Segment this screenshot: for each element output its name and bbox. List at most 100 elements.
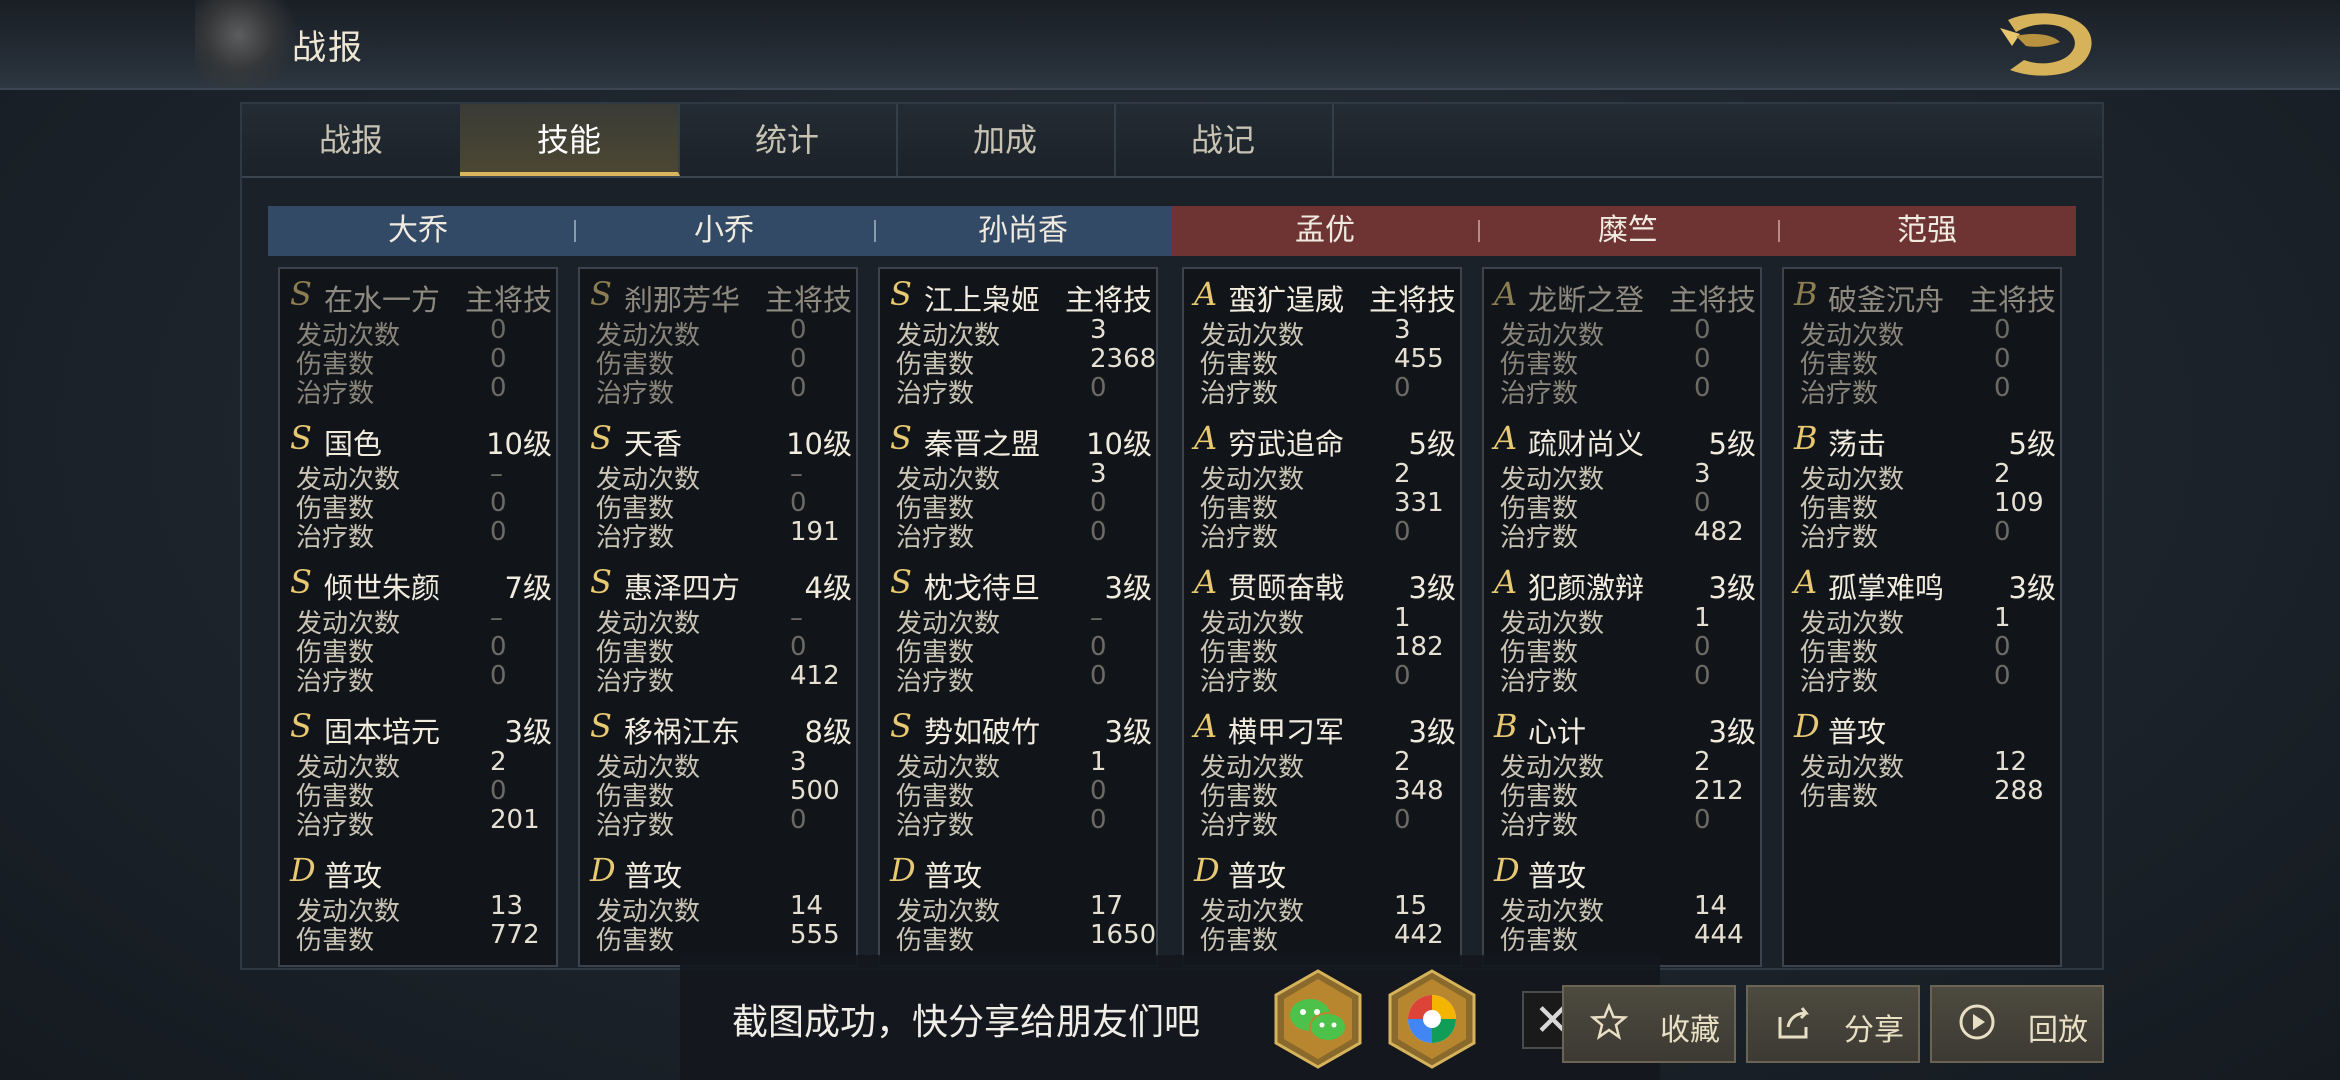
stat-value: 1 <box>1394 603 1411 633</box>
stat-label: 治疗数 <box>596 811 675 841</box>
skill-name: 横甲刁军 <box>1228 715 1345 749</box>
skill-entry[interactable]: A 贯颐奋戟 3级 发动次数 1 伤害数 182 治疗数 0 <box>1194 563 1456 697</box>
stat-row-trigger: 发动次数 – <box>590 459 852 495</box>
skill-level: 主将技 <box>1064 283 1152 317</box>
stat-value: 0 <box>1394 517 1411 547</box>
tab-statistics[interactable]: 统计 <box>678 104 898 176</box>
stat-value: 0 <box>790 805 807 835</box>
tab-battle-report[interactable]: 战报 <box>242 104 462 176</box>
share-button[interactable]: 分享 <box>1746 985 1920 1063</box>
skill-entry[interactable]: B 心计 3级 发动次数 2 伤害数 212 治疗数 0 <box>1494 707 1756 841</box>
skill-grade: B <box>1794 419 1818 457</box>
skill-entry[interactable]: S 移祸江东 8级 发动次数 3 伤害数 500 治疗数 0 <box>590 707 852 841</box>
stat-value: 3 <box>1394 315 1411 345</box>
stat-row-damage: 伤害数 555 <box>590 920 852 956</box>
stat-value: – <box>790 459 803 489</box>
hero-name: 孙尚香 <box>978 213 1068 248</box>
skill-entry[interactable]: A 犯颜激辩 3级 发动次数 1 伤害数 0 治疗数 0 <box>1494 563 1756 697</box>
skill-entry[interactable]: D 普攻 发动次数 14 伤害数 555 <box>590 851 852 956</box>
skill-entry[interactable]: D 普攻 发动次数 14 伤害数 444 <box>1494 851 1756 956</box>
stat-row-damage: 伤害数 455 <box>1194 344 1456 380</box>
stat-value: 0 <box>1090 488 1107 518</box>
stat-value: 0 <box>1994 661 2011 691</box>
skill-entry[interactable]: S 枕戈待旦 3级 发动次数 – 伤害数 0 治疗数 0 <box>890 563 1152 697</box>
hero-name: 范强 <box>1897 213 1957 248</box>
skill-entry[interactable]: A 疏财尚义 5级 发动次数 3 伤害数 0 治疗数 482 <box>1494 419 1756 553</box>
skill-name: 普攻 <box>324 859 383 893</box>
stat-value: 0 <box>1090 776 1107 806</box>
stat-value: 0 <box>1994 315 2011 345</box>
skill-entry[interactable]: S 刹那芳华 主将技 发动次数 0 伤害数 0 治疗数 0 <box>590 275 852 409</box>
stat-row-damage: 伤害数 0 <box>290 344 552 380</box>
skill-entry[interactable]: S 江上枭姬 主将技 发动次数 3 伤害数 2368 治疗数 0 <box>890 275 1156 409</box>
skill-name: 倾世朱颜 <box>324 571 441 605</box>
skill-entry[interactable]: D 普攻 发动次数 12 伤害数 288 <box>1794 707 2056 812</box>
skill-entry[interactable]: A 孤掌难鸣 3级 发动次数 1 伤害数 0 治疗数 0 <box>1794 563 2056 697</box>
tab-battle-log[interactable]: 战记 <box>1114 104 1334 176</box>
skill-entry[interactable]: A 横甲刁军 3级 发动次数 2 伤害数 348 治疗数 0 <box>1194 707 1456 841</box>
stat-row-trigger: 发动次数 – <box>890 603 1152 639</box>
wechat-icon <box>1274 969 1362 1069</box>
skill-level: 10级 <box>786 427 852 461</box>
stat-row-trigger: 发动次数 1 <box>890 747 1152 783</box>
stat-row-heal: 治疗数 0 <box>290 517 552 553</box>
replay-button[interactable]: 回放 <box>1930 985 2104 1063</box>
skill-level: 5级 <box>1708 427 1756 461</box>
stat-label: 伤害数 <box>896 926 975 956</box>
skill-entry[interactable]: S 秦晋之盟 10级 发动次数 3 伤害数 0 治疗数 0 <box>890 419 1152 553</box>
stat-row-trigger: 发动次数 0 <box>1494 315 1756 351</box>
skill-entry[interactable]: S 在水一方 主将技 发动次数 0 伤害数 0 治疗数 0 <box>290 275 552 409</box>
skill-entry[interactable]: S 惠泽四方 4级 发动次数 – 伤害数 0 治疗数 412 <box>590 563 852 697</box>
stat-row-damage: 伤害数 0 <box>1794 632 2056 668</box>
photos-share-button[interactable] <box>1386 969 1478 1069</box>
skill-grade: B <box>1494 707 1518 745</box>
skill-name: 破釜沉舟 <box>1828 283 1945 317</box>
skill-entry[interactable]: S 国色 10级 发动次数 – 伤害数 0 治疗数 0 <box>290 419 552 553</box>
stat-value: 0 <box>1694 632 1711 662</box>
skill-entry[interactable]: A 穷武追命 5级 发动次数 2 伤害数 331 治疗数 0 <box>1194 419 1456 553</box>
skill-grade: A <box>1794 563 1818 601</box>
hero-skill-column: B 破釜沉舟 主将技 发动次数 0 伤害数 0 治疗数 0 B 荡击 5级 发动次数 2 伤害数 109 治疗数… <box>1782 267 2062 967</box>
stat-label: 治疗数 <box>1800 667 1879 697</box>
stat-label: 治疗数 <box>1500 523 1579 553</box>
skill-level: 主将技 <box>1368 283 1456 317</box>
wechat-share-button[interactable] <box>1272 969 1364 1069</box>
tab-bonus[interactable]: 加成 <box>896 104 1116 176</box>
skill-grade: S <box>290 419 312 457</box>
stat-value: 13 <box>490 891 524 921</box>
skill-entry[interactable]: A 蛮犷逞威 主将技 发动次数 3 伤害数 455 治疗数 0 <box>1194 275 1456 409</box>
skill-entry[interactable]: S 倾世朱颜 7级 发动次数 – 伤害数 0 治疗数 0 <box>290 563 552 697</box>
stat-label: 治疗数 <box>596 667 675 697</box>
skill-entry[interactable]: B 荡击 5级 发动次数 2 伤害数 109 治疗数 0 <box>1794 419 2056 553</box>
skill-grade: D <box>890 851 916 889</box>
skill-entry[interactable]: A 龙断之登 主将技 发动次数 0 伤害数 0 治疗数 0 <box>1494 275 1756 409</box>
skill-entry[interactable]: D 普攻 发动次数 17 伤害数 1650 <box>890 851 1156 956</box>
hero-skill-column: A 龙断之登 主将技 发动次数 0 伤害数 0 治疗数 0 A 疏财尚义 5级 发动次数 3 伤害数 0 治疗数… <box>1482 267 1762 967</box>
photos-icon <box>1388 969 1476 1069</box>
skill-name: 在水一方 <box>324 283 441 317</box>
skill-header: S 枕戈待旦 3级 <box>890 563 1152 605</box>
stat-row-trigger: 发动次数 2 <box>290 747 552 783</box>
stat-value: 0 <box>1090 661 1107 691</box>
emblem-icon <box>195 0 305 88</box>
stat-row-heal: 治疗数 0 <box>290 373 552 409</box>
skill-header: A 横甲刁军 3级 <box>1194 707 1456 749</box>
stat-row-damage: 伤害数 0 <box>890 632 1152 668</box>
tab-skills[interactable]: 技能 <box>460 104 680 176</box>
skill-entry[interactable]: S 势如破竹 3级 发动次数 1 伤害数 0 治疗数 0 <box>890 707 1152 841</box>
skill-entry[interactable]: D 普攻 发动次数 13 伤害数 772 <box>290 851 552 956</box>
skill-name: 心计 <box>1528 715 1587 749</box>
stat-row-damage: 伤害数 0 <box>290 632 552 668</box>
dragon-back-button[interactable] <box>1990 6 2100 82</box>
stat-row-damage: 伤害数 444 <box>1494 920 1756 956</box>
favorite-button[interactable]: 收藏 <box>1562 985 1736 1063</box>
skill-entry[interactable]: S 固本培元 3级 发动次数 2 伤害数 0 治疗数 201 <box>290 707 552 841</box>
skill-level: 3级 <box>504 715 552 749</box>
stat-value: 0 <box>1394 373 1411 403</box>
skill-entry[interactable]: S 天香 10级 发动次数 – 伤害数 0 治疗数 191 <box>590 419 852 553</box>
skill-entry[interactable]: B 破釜沉舟 主将技 发动次数 0 伤害数 0 治疗数 0 <box>1794 275 2056 409</box>
skill-entry[interactable]: D 普攻 发动次数 15 伤害数 442 <box>1194 851 1456 956</box>
stat-value: 555 <box>790 920 840 950</box>
stat-row-heal: 治疗数 0 <box>1794 517 2056 553</box>
stat-value: 0 <box>490 517 507 547</box>
